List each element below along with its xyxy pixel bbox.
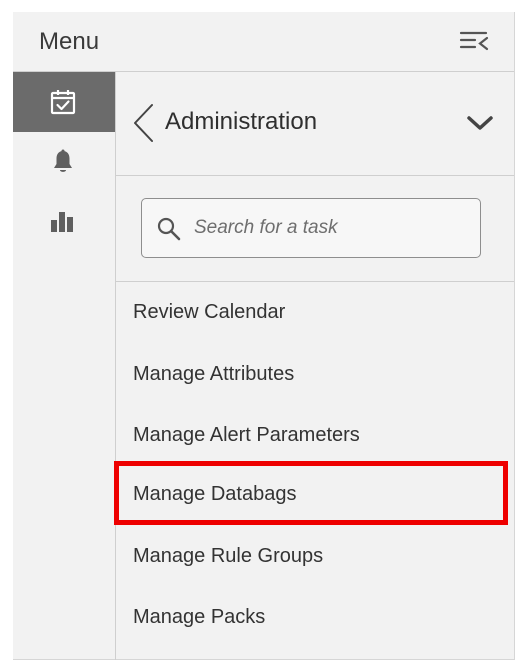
task-label: Review Calendar xyxy=(133,301,286,323)
search-icon xyxy=(155,215,183,243)
search-area xyxy=(116,176,514,282)
task-label: Manage Databags xyxy=(133,483,297,505)
rail-item-tasks[interactable] xyxy=(13,72,115,132)
search-input[interactable] xyxy=(194,209,464,247)
bar-chart-icon xyxy=(49,208,77,236)
chevron-left-icon[interactable] xyxy=(130,102,156,144)
section-title: Administration xyxy=(165,108,318,135)
task-panel: Administration Review Calendar xyxy=(116,72,514,660)
task-label: Manage Rule Groups xyxy=(133,545,324,567)
list-collapse-icon[interactable] xyxy=(458,29,492,55)
task-manage-alert-parameters[interactable]: Manage Alert Parameters xyxy=(116,405,514,465)
calendar-check-icon xyxy=(49,88,77,116)
icon-rail xyxy=(13,72,116,660)
task-label: Manage Alert Parameters xyxy=(133,424,360,446)
search-box[interactable] xyxy=(141,198,481,258)
task-label: Manage Packs xyxy=(133,606,266,628)
task-review-calendar[interactable]: Review Calendar xyxy=(116,282,514,342)
task-manage-packs[interactable]: Manage Packs xyxy=(116,587,514,647)
rail-item-reports[interactable] xyxy=(13,192,115,252)
task-manage-attributes[interactable]: Manage Attributes xyxy=(116,344,514,404)
task-label: Manage Attributes xyxy=(133,363,295,385)
navigation-panel: Menu Administration Search for a task Re… xyxy=(13,12,515,660)
task-manage-rule-groups[interactable]: Manage Rule Groups xyxy=(116,526,514,586)
menu-header: Menu xyxy=(13,12,514,72)
section-header: Administration xyxy=(116,72,514,176)
rail-item-alerts[interactable] xyxy=(13,132,115,192)
chevron-down-icon[interactable] xyxy=(465,111,495,135)
bell-icon xyxy=(49,148,77,176)
menu-title: Menu xyxy=(39,28,100,55)
task-manage-databags[interactable]: Manage Databags xyxy=(116,464,514,524)
